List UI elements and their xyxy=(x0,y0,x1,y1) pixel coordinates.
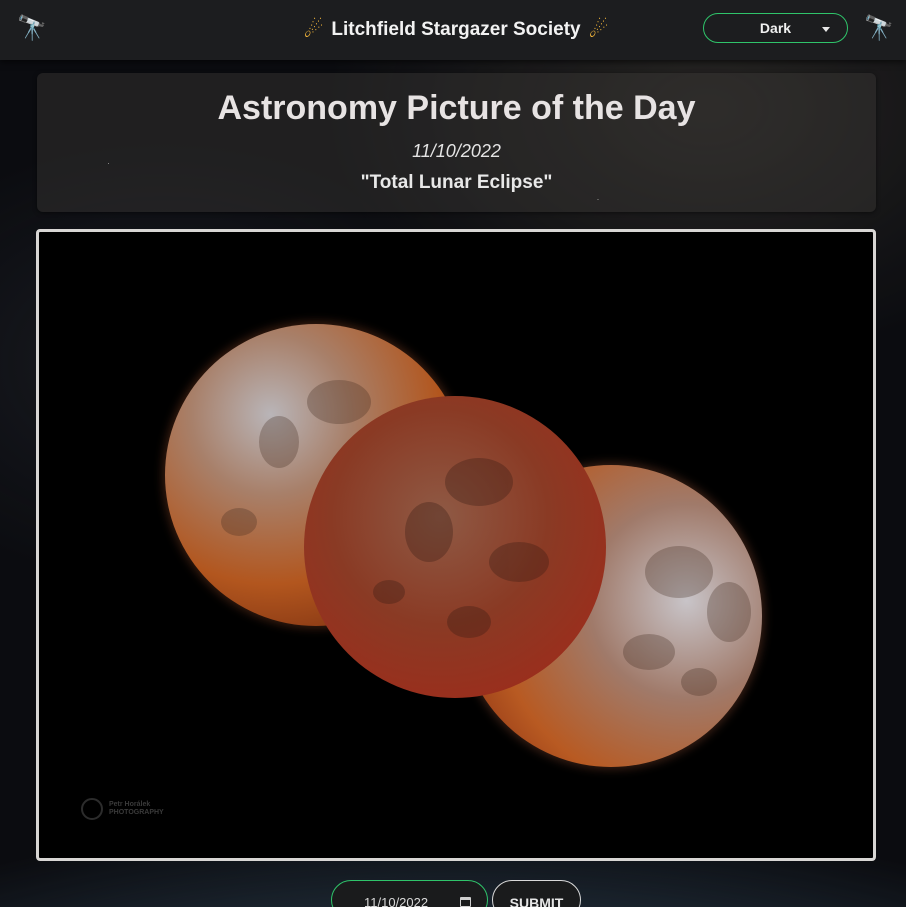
camera-logo-icon xyxy=(81,798,103,820)
apod-title-card: Astronomy Picture of the Day 11/10/2022 … xyxy=(37,73,876,212)
calendar-icon[interactable] xyxy=(460,897,471,907)
page-title: Astronomy Picture of the Day xyxy=(217,89,696,127)
photographer-watermark: Petr Horálek PHOTOGRAPHY xyxy=(81,798,164,820)
brand-title-text: Litchfield Stargazer Society xyxy=(331,19,581,40)
telescope-icon: 🔭 xyxy=(17,15,47,42)
comet-icon: ☄ xyxy=(588,17,609,42)
submit-button[interactable]: SUBMIT xyxy=(492,880,581,907)
comet-icon: ☄ xyxy=(303,17,324,42)
lunar-eclipse-picture xyxy=(163,322,764,769)
moon-center xyxy=(304,396,606,698)
top-navbar: 🔭 ☄ Litchfield Stargazer Society ☄ Dark … xyxy=(0,0,906,60)
brand-title[interactable]: ☄ Litchfield Stargazer Society ☄ xyxy=(290,14,622,46)
apod-image-title: "Total Lunar Eclipse" xyxy=(360,172,553,193)
watermark-name: Petr Horálek xyxy=(109,801,151,808)
apod-date: 11/10/2022 xyxy=(412,141,501,161)
chevron-down-icon xyxy=(822,27,830,32)
date-input-value: 11/10/2022 xyxy=(364,895,429,907)
apod-image[interactable]: Petr Horálek PHOTOGRAPHY xyxy=(36,229,876,861)
watermark-sub: PHOTOGRAPHY xyxy=(109,809,164,816)
date-input[interactable]: 11/10/2022 xyxy=(331,880,488,907)
telescope-icon: 🔭 xyxy=(864,15,894,42)
theme-select[interactable]: Dark xyxy=(703,13,848,43)
theme-select-value: Dark xyxy=(759,20,792,36)
